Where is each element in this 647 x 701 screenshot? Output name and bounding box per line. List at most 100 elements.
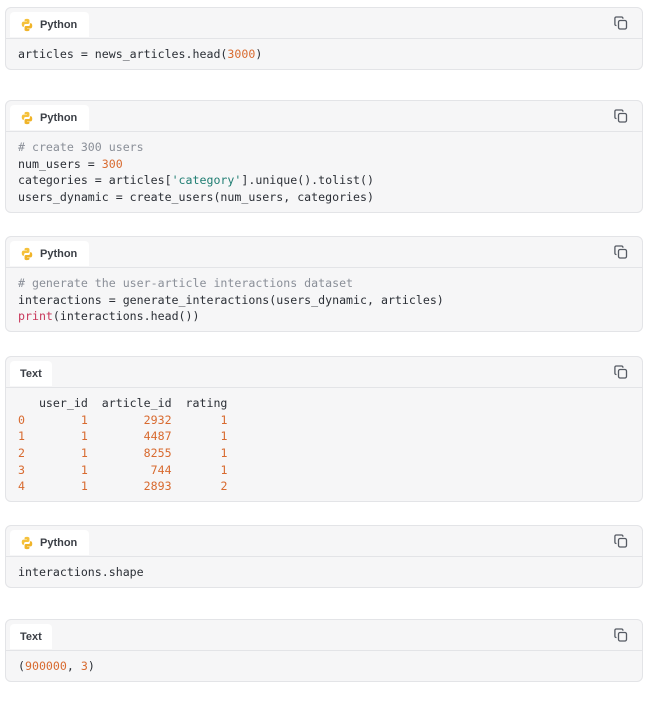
code-token: 300 bbox=[101, 156, 123, 171]
copy-icon bbox=[614, 628, 628, 642]
code-block: Python # generate the user-article inter… bbox=[5, 236, 643, 333]
language-tab: Python bbox=[10, 12, 90, 37]
code-block: Text user_id article_id rating 0 1 2932 1… bbox=[5, 356, 643, 503]
code-token: 2932 bbox=[143, 412, 172, 427]
code-line: # create 300 users bbox=[18, 139, 630, 156]
code-token: 3000 bbox=[227, 47, 256, 61]
code-line: print(interactions.head()) bbox=[18, 308, 630, 325]
code-line: 2 1 8255 1 bbox=[18, 445, 630, 462]
code-token: ].unique().tolist() bbox=[241, 173, 374, 188]
code-token: 2 bbox=[18, 446, 25, 461]
language-tab: Python bbox=[10, 105, 90, 130]
code-token: 1 bbox=[220, 412, 228, 427]
code-token: 4 bbox=[18, 479, 25, 494]
code-line: articles = news_articles.head(3000) bbox=[18, 46, 630, 63]
code-token: 4487 bbox=[143, 429, 172, 444]
code-block: Python articles = news_articles.head(300… bbox=[5, 7, 643, 70]
code-token: # create 300 users bbox=[18, 140, 144, 154]
language-label: Text bbox=[20, 367, 42, 380]
copy-icon bbox=[614, 534, 628, 548]
code-line: interactions = generate_interactions(use… bbox=[18, 292, 630, 309]
code-token: 900000 bbox=[24, 659, 67, 673]
code-token: categories = articles[ bbox=[18, 173, 172, 188]
code-block-header: Python bbox=[6, 8, 642, 39]
code-block: Text (900000, 3) bbox=[5, 619, 643, 682]
code-token: interactions = generate_interactions(use… bbox=[18, 292, 444, 307]
code-token: 1 bbox=[220, 429, 228, 444]
code-token: articles = news_articles.head( bbox=[18, 47, 228, 61]
code-token: 'category' bbox=[171, 173, 242, 188]
code-token: 2893 bbox=[143, 479, 172, 494]
python-logo-icon bbox=[20, 18, 34, 32]
code-content: articles = news_articles.head(3000) bbox=[6, 39, 642, 69]
code-token: 8255 bbox=[143, 446, 172, 461]
code-block-header: Python bbox=[6, 101, 642, 132]
code-token: 1 bbox=[80, 479, 88, 494]
code-token: interactions.shape bbox=[18, 565, 144, 579]
code-line: categories = articles['category'].unique… bbox=[18, 172, 630, 189]
code-token: 1 bbox=[18, 429, 25, 444]
language-label: Text bbox=[20, 630, 42, 643]
code-line: 4 1 2893 2 bbox=[18, 478, 630, 495]
code-line: (900000, 3) bbox=[18, 658, 630, 675]
copy-button[interactable] bbox=[613, 244, 629, 260]
language-label: Python bbox=[40, 536, 78, 549]
code-token: 1 bbox=[80, 412, 88, 427]
code-content: interactions.shape bbox=[6, 557, 642, 587]
code-line: 3 1 744 1 bbox=[18, 462, 630, 479]
copy-button[interactable] bbox=[613, 15, 629, 31]
copy-button[interactable] bbox=[613, 627, 629, 643]
python-logo-icon bbox=[20, 111, 34, 125]
copy-icon bbox=[614, 245, 628, 259]
code-token: ( bbox=[18, 659, 25, 673]
code-line: num_users = 300 bbox=[18, 156, 630, 173]
copy-icon bbox=[614, 109, 628, 123]
code-token: 3 bbox=[80, 659, 88, 673]
code-content: # generate the user-article interactions… bbox=[6, 268, 642, 331]
copy-button[interactable] bbox=[613, 108, 629, 124]
copy-button[interactable] bbox=[613, 533, 629, 549]
language-tab: Python bbox=[10, 530, 90, 555]
code-line: 1 1 4487 1 bbox=[18, 428, 630, 445]
code-block-header: Python bbox=[6, 526, 642, 557]
code-token: (interactions.head()) bbox=[52, 309, 200, 324]
code-block-header: Text bbox=[6, 357, 642, 388]
code-token: 744 bbox=[150, 462, 172, 477]
code-token: users_dynamic = create_users(num_users, … bbox=[18, 190, 374, 205]
code-token: 1 bbox=[80, 429, 88, 444]
code-line: users_dynamic = create_users(num_users, … bbox=[18, 189, 630, 206]
language-label: Python bbox=[40, 18, 78, 31]
code-token: num_users = bbox=[18, 156, 102, 171]
code-content: # create 300 users num_users = 300 categor… bbox=[6, 132, 642, 212]
copy-button[interactable] bbox=[613, 364, 629, 380]
code-line: # generate the user-article interactions… bbox=[18, 275, 630, 292]
code-block-header: Python bbox=[6, 237, 642, 268]
code-content: (900000, 3) bbox=[6, 651, 642, 681]
code-token: ) bbox=[255, 47, 263, 61]
code-token: # generate the user-article interactions… bbox=[18, 276, 354, 290]
code-block: Python interactions.shape bbox=[5, 525, 643, 588]
language-tab: Text bbox=[10, 624, 52, 649]
code-line: interactions.shape bbox=[18, 564, 630, 581]
code-token: 2 bbox=[220, 479, 228, 494]
code-token: 1 bbox=[80, 462, 88, 477]
language-label: Python bbox=[40, 111, 78, 124]
python-logo-icon bbox=[20, 247, 34, 261]
code-token: , bbox=[66, 659, 81, 673]
copy-icon bbox=[614, 365, 628, 379]
code-token: 1 bbox=[220, 446, 228, 461]
code-token: user_id article_id rating bbox=[18, 396, 228, 410]
